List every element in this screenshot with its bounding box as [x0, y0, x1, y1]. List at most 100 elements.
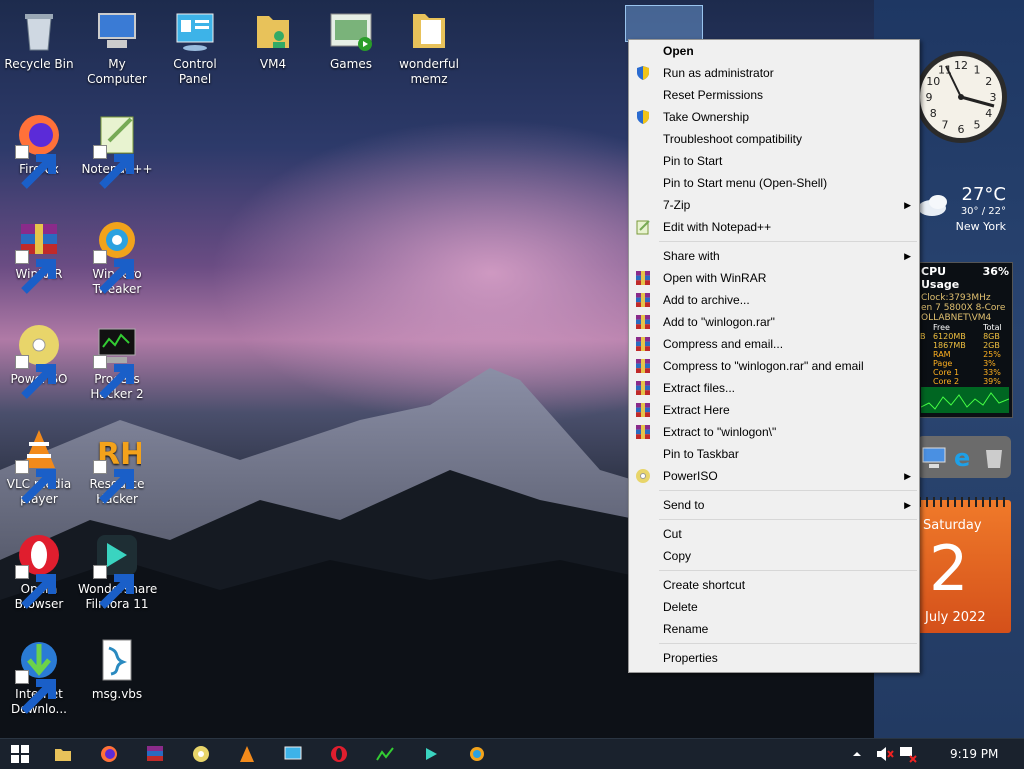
menu-item-reset-permissions[interactable]: Reset Permissions [629, 84, 919, 106]
taskbar-poweriso[interactable] [191, 744, 211, 764]
recycle-bin-icon[interactable] [981, 444, 1007, 470]
cpu-machine: OLLABNET\VM4 [921, 313, 992, 323]
clock-numeral: 3 [990, 91, 997, 104]
folder-icon [413, 14, 445, 48]
desktop-icon-label: msg.vbs [91, 687, 143, 701]
taskbar-vlc[interactable] [237, 744, 257, 764]
show-hidden-icons-icon [853, 752, 861, 756]
desktop-icon-notepad-plus-plus[interactable]: Notepad++ [78, 105, 156, 189]
desktop-icon-wonderful-memz[interactable]: wonderful memz [390, 0, 468, 87]
shortcut-arrow-icon [15, 250, 56, 294]
desktop-icon-opera[interactable]: Opera Browser [0, 525, 78, 612]
menu-separator [659, 570, 917, 571]
menu-item-open[interactable]: Open [629, 40, 919, 62]
taskbar-firefox[interactable] [99, 744, 119, 764]
taskbar-control-panel[interactable] [283, 744, 303, 764]
menu-item-pin-to-start-menu-open-shell[interactable]: Pin to Start menu (Open-Shell) [629, 172, 919, 194]
weather-gadget[interactable]: 27°C 30° / 22° New York [916, 180, 1020, 240]
show-hidden-icons-button[interactable] [850, 745, 864, 763]
desktop-icon-control-panel[interactable]: Control Panel [156, 0, 234, 87]
menu-item-copy[interactable]: Copy [629, 545, 919, 567]
desktop[interactable]: Recycle Bin My Computer Control Panel VM… [0, 0, 1024, 738]
desktop-icon-winaero-tweaker[interactable]: Winaero Tweaker [78, 210, 156, 297]
calendar-gadget[interactable]: Saturday 2 July 2022 [917, 497, 1011, 633]
taskbar-clock[interactable]: 9:19 PM [950, 739, 998, 769]
menu-item-edit-with-notepad[interactable]: Edit with Notepad++ [629, 216, 919, 238]
clock-numeral: 6 [958, 123, 965, 136]
menu-item-compress-to-winlogon-rar-and-email[interactable]: Compress to "winlogon.rar" and email [629, 355, 919, 377]
desktop-icon-resource-hacker[interactable]: RH Resource Hacker [78, 420, 156, 507]
cpu-table-cell: 8GB [983, 332, 1000, 341]
volume-button[interactable] [874, 744, 894, 764]
clock-numeral: 7 [942, 119, 949, 132]
menu-item-pin-to-start[interactable]: Pin to Start [629, 150, 919, 172]
taskbar-file-explorer[interactable] [53, 744, 73, 764]
winrar-icon [147, 746, 163, 761]
menu-item-properties[interactable]: Properties [629, 647, 919, 669]
desktop-icon-vlc[interactable]: VLC media player [0, 420, 78, 507]
menu-item-troubleshoot-compatibility[interactable]: Troubleshoot compatibility [629, 128, 919, 150]
menu-item-label: PowerISO [663, 469, 718, 483]
menu-item-add-to-winlogon-rar[interactable]: Add to "winlogon.rar" [629, 311, 919, 333]
menu-item-rename[interactable]: Rename [629, 618, 919, 640]
network-button[interactable] [898, 744, 918, 764]
desktop-icon-recycle-bin[interactable]: Recycle Bin [0, 0, 78, 72]
menu-item-label: Extract files... [663, 381, 736, 395]
menu-item-pin-to-taskbar[interactable]: Pin to Taskbar [629, 443, 919, 465]
desktop-icon-filmora[interactable]: Wondershare Filmora 11 [78, 525, 157, 612]
desktop-icon-games[interactable]: Games [312, 0, 390, 72]
menu-item-run-as-administrator[interactable]: Run as administrator [629, 62, 919, 84]
menu-item-label: Add to archive... [663, 293, 750, 307]
menu-item-take-ownership[interactable]: Take Ownership [629, 106, 919, 128]
menu-item-7-zip[interactable]: 7-Zip ▶ [629, 194, 919, 216]
menu-item-extract-to-winlogon[interactable]: Extract to "winlogon\" [629, 421, 919, 443]
clock-numeral: 9 [926, 91, 933, 104]
menu-item-delete[interactable]: Delete [629, 596, 919, 618]
taskbar-process-hacker[interactable] [375, 744, 395, 764]
menu-item-send-to[interactable]: Send to ▶ [629, 494, 919, 516]
internet-explorer-icon[interactable]: e [951, 444, 977, 470]
games-folder-icon [330, 13, 372, 51]
taskbar: 9:19 PM [0, 738, 1024, 769]
desktop-icon-my-computer[interactable]: My Computer [78, 0, 156, 87]
taskbar-opera[interactable] [329, 744, 349, 764]
menu-item-add-to-archive[interactable]: Add to archive... [629, 289, 919, 311]
start-button[interactable] [10, 744, 30, 764]
menu-item-label: 7-Zip [663, 198, 691, 212]
context-menu[interactable]: Open Run as administrator Reset Permission… [628, 39, 920, 673]
cpu-usage-gadget[interactable]: CPU Usage 36% Clock:3793MHz en 7 5800X 8… [917, 262, 1013, 418]
taskbar-winaero-tweaker[interactable] [467, 744, 487, 764]
clock-gadget[interactable]: 12 1234567891011 [912, 34, 1010, 160]
desktop-icon-vm4[interactable]: VM4 [234, 0, 312, 72]
menu-item-label: Copy [663, 549, 692, 563]
taskbar-winrar[interactable] [145, 744, 165, 764]
desktop-icon-process-hacker[interactable]: Process Hacker 2 [78, 315, 156, 402]
desktop-icon-firefox[interactable]: Firefox [0, 105, 78, 189]
selected-file-icon[interactable] [625, 5, 703, 42]
winrar-icon [635, 314, 651, 330]
menu-separator [659, 519, 917, 520]
menu-item-open-with-winrar[interactable]: Open with WinRAR [629, 267, 919, 289]
taskbar-filmora[interactable] [421, 744, 441, 764]
submenu-arrow-icon: ▶ [904, 200, 911, 210]
launcher-dock-gadget[interactable]: e [917, 436, 1011, 478]
menu-item-label: Extract to "winlogon\" [663, 425, 777, 439]
menu-item-extract-here[interactable]: Extract Here [629, 399, 919, 421]
menu-item-poweriso[interactable]: PowerISO ▶ [629, 465, 919, 487]
menu-item-extract-files[interactable]: Extract files... [629, 377, 919, 399]
winaero-tweaker-icon [470, 747, 484, 761]
weather-range: 30° / 22° [960, 206, 1006, 217]
desktop-icon-winrar[interactable]: WinRAR [0, 210, 78, 294]
menu-item-label: Run as administrator [663, 66, 774, 80]
menu-item-cut[interactable]: Cut [629, 523, 919, 545]
desktop-icon-internet-download-manager[interactable]: Internet Downlo... [0, 630, 78, 717]
menu-item-create-shortcut[interactable]: Create shortcut [629, 574, 919, 596]
cpu-memory-table: Free Total B 6120MB 8GB 1867MB 2GB RAM 25% Pa… [918, 323, 1012, 386]
menu-item-compress-and-email[interactable]: Compress and email... [629, 333, 919, 355]
filmora-icon [426, 748, 437, 760]
cpu-title: CPU Usage [921, 265, 960, 291]
desktop-icon-poweriso[interactable]: PowerISO [0, 315, 78, 399]
computer-icon[interactable] [921, 444, 947, 470]
desktop-icon-msg-vbs[interactable]: msg.vbs [78, 630, 156, 702]
menu-item-share-with[interactable]: Share with ▶ [629, 245, 919, 267]
